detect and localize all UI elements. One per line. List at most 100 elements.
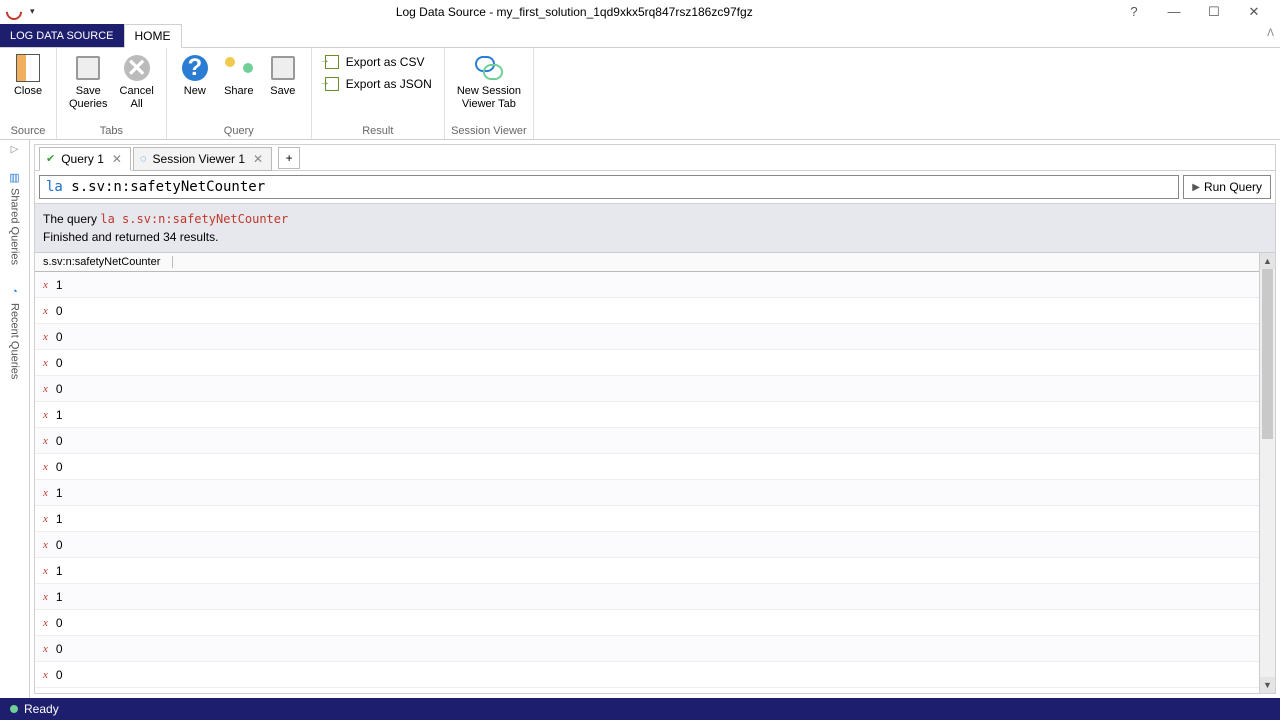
tab-home[interactable]: HOME <box>124 24 182 48</box>
result-row[interactable]: x1 <box>35 480 1259 506</box>
window-title: Log Data Source - my_first_solution_1qd9… <box>35 5 1114 19</box>
numeric-type-icon: x <box>43 409 48 421</box>
numeric-type-icon: x <box>43 513 48 525</box>
session-viewer-icon: ◌ <box>140 153 147 165</box>
titlebar: ▾ Log Data Source - my_first_solution_1q… <box>0 0 1280 24</box>
result-value: 0 <box>56 460 63 474</box>
scroll-thumb[interactable] <box>1262 269 1273 439</box>
vertical-scrollbar[interactable]: ▲ ▼ <box>1259 253 1275 693</box>
close-tab-icon[interactable]: ✕ <box>251 152 265 166</box>
result-row[interactable]: x0 <box>35 298 1259 324</box>
result-value: 0 <box>56 538 63 552</box>
side-tab-recent-queries[interactable]: ◔ Recent Queries <box>7 280 23 384</box>
result-row[interactable]: x0 <box>35 376 1259 402</box>
add-tab-button[interactable]: + <box>278 147 300 169</box>
new-session-viewer-button[interactable]: New Session Viewer Tab <box>451 50 527 113</box>
result-row[interactable]: x0 <box>35 610 1259 636</box>
cancel-all-button[interactable]: ✕ Cancel All <box>114 50 160 113</box>
query-input[interactable]: la s.sv:n:safetyNetCounter <box>39 175 1179 199</box>
query-status-banner: The query la s.sv:n:safetyNetCounter Fin… <box>35 204 1275 253</box>
door-icon <box>12 52 44 84</box>
result-row[interactable]: x0 <box>35 662 1259 688</box>
new-query-button[interactable]: ? New <box>173 50 217 100</box>
side-tab-shared-queries[interactable]: ▥ Shared Queries <box>7 165 23 270</box>
tab-query-1[interactable]: ✔ Query 1 ✕ <box>39 147 131 171</box>
result-row[interactable]: x0 <box>35 350 1259 376</box>
side-panel-toggle[interactable]: ▷ <box>11 144 19 155</box>
result-value: 0 <box>56 642 63 656</box>
close-window-button[interactable]: ✕ <box>1234 0 1274 24</box>
help-button[interactable]: ? <box>1114 0 1154 24</box>
result-value: 0 <box>56 616 63 630</box>
numeric-type-icon: x <box>43 461 48 473</box>
save-query-button[interactable]: Save <box>261 50 305 100</box>
app-icon <box>3 0 26 23</box>
result-row[interactable]: x1 <box>35 272 1259 298</box>
result-value: 0 <box>56 434 63 448</box>
numeric-type-icon: x <box>43 591 48 603</box>
ribbon-group-tabs: Save Queries ✕ Cancel All Tabs <box>57 48 167 139</box>
ribbon-collapse-icon[interactable]: ᐱ <box>1267 28 1274 39</box>
context-tab-log-data-source[interactable]: LOG DATA SOURCE <box>0 24 124 47</box>
result-row[interactable]: x1 <box>35 584 1259 610</box>
result-value: 1 <box>56 278 63 292</box>
new-icon: ? <box>179 52 211 84</box>
numeric-type-icon: x <box>43 565 48 577</box>
ribbon-group-result: Export as CSV Export as JSON Result <box>312 48 445 139</box>
ribbon-tab-strip: LOG DATA SOURCE HOME ᐱ <box>0 24 1280 48</box>
numeric-type-icon: x <box>43 279 48 291</box>
run-query-button[interactable]: ▶Run Query <box>1183 175 1271 199</box>
column-header[interactable]: s.sv:n:safetyNetCounter <box>35 253 1259 272</box>
close-button[interactable]: Close <box>6 50 50 100</box>
ribbon-group-query: ? New Share Save Query <box>167 48 312 139</box>
result-value: 0 <box>56 382 63 396</box>
main-area: ✔ Query 1 ✕ ◌ Session Viewer 1 ✕ + la s.… <box>34 144 1276 694</box>
numeric-type-icon: x <box>43 331 48 343</box>
ribbon-group-session-viewer: New Session Viewer Tab Session Viewer <box>445 48 534 139</box>
export-icon <box>324 54 340 70</box>
maximize-button[interactable]: ☐ <box>1194 0 1234 24</box>
share-button[interactable]: Share <box>217 50 261 100</box>
numeric-type-icon: x <box>43 643 48 655</box>
result-row[interactable]: x0 <box>35 324 1259 350</box>
result-value: 0 <box>56 356 63 370</box>
document-icon: ▥ <box>8 170 22 184</box>
result-row[interactable]: x1 <box>35 506 1259 532</box>
export-icon <box>324 76 340 92</box>
ribbon: Close Source Save Queries ✕ Cancel All T… <box>0 48 1280 140</box>
ribbon-group-source: Close Source <box>0 48 57 139</box>
result-value: 1 <box>56 486 63 500</box>
status-bar: Ready <box>0 698 1280 720</box>
status-text: Ready <box>24 702 59 716</box>
save-queries-button[interactable]: Save Queries <box>63 50 114 113</box>
result-value: 0 <box>56 304 63 318</box>
export-csv-button[interactable]: Export as CSV <box>324 54 432 70</box>
check-icon: ✔ <box>46 152 55 165</box>
numeric-type-icon: x <box>43 669 48 681</box>
result-row[interactable]: x0 <box>35 454 1259 480</box>
result-value: 1 <box>56 564 63 578</box>
result-row[interactable]: x0 <box>35 636 1259 662</box>
result-value: 0 <box>56 330 63 344</box>
result-row[interactable]: x1 <box>35 402 1259 428</box>
query-bar: la s.sv:n:safetyNetCounter ▶Run Query <box>35 171 1275 204</box>
session-viewer-icon <box>473 52 505 84</box>
result-row[interactable]: x0 <box>35 428 1259 454</box>
result-row[interactable]: x1 <box>35 558 1259 584</box>
side-panel: ▷ ▥ Shared Queries ◔ Recent Queries <box>0 140 30 698</box>
numeric-type-icon: x <box>43 305 48 317</box>
share-icon <box>223 52 255 84</box>
scroll-up-icon[interactable]: ▲ <box>1260 253 1275 269</box>
scroll-down-icon[interactable]: ▼ <box>1260 677 1275 693</box>
results-area: s.sv:n:safetyNetCounter x1x0x0x0x0x1x0x0… <box>35 253 1275 693</box>
result-value: 1 <box>56 408 63 422</box>
minimize-button[interactable]: ― <box>1154 0 1194 24</box>
main-body: ▷ ▥ Shared Queries ◔ Recent Queries ✔ Qu… <box>0 140 1280 698</box>
close-tab-icon[interactable]: ✕ <box>110 152 124 166</box>
result-row[interactable]: x0 <box>35 532 1259 558</box>
export-json-button[interactable]: Export as JSON <box>324 76 432 92</box>
numeric-type-icon: x <box>43 617 48 629</box>
result-value: 0 <box>56 668 63 682</box>
tab-session-viewer-1[interactable]: ◌ Session Viewer 1 ✕ <box>133 147 272 171</box>
result-value: 1 <box>56 512 63 526</box>
